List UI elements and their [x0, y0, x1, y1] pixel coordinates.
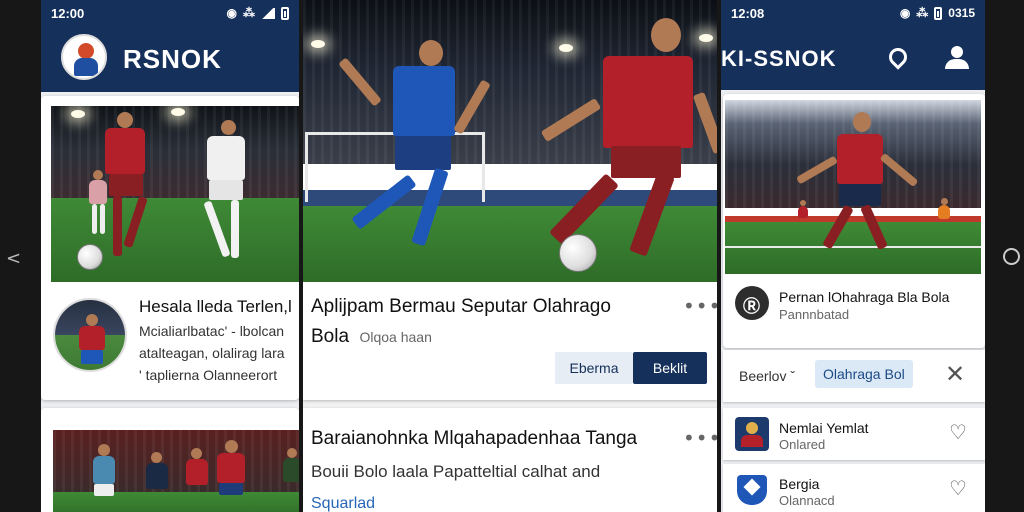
vibrate-icon: ⁂	[916, 6, 929, 20]
status-icons: ◉ ⁂	[227, 6, 289, 20]
card-title: Hesala lleda Terlen,l	[139, 297, 292, 316]
trophy-icon[interactable]: ♡	[949, 420, 967, 444]
news-card[interactable]: Baraianohnka Mlqahapadenhaa Tanga Bouii …	[303, 408, 717, 512]
news-card[interactable]: Hesala lleda Terlen,l Mcialiarlbatac' - …	[41, 96, 299, 400]
phone-screen-center: Aplijpam Bermau Seputar Olahrago Bola Ol…	[303, 0, 717, 512]
location-pin-icon[interactable]	[885, 44, 911, 70]
secondary-button[interactable]: Eberma	[555, 352, 633, 384]
vibrate-icon: ⁂	[243, 6, 255, 20]
player-red-figure	[795, 112, 919, 262]
avatar[interactable]	[53, 298, 127, 372]
player-background-figure	[87, 170, 109, 240]
club-badge-icon[interactable]: Ⓡ	[735, 286, 769, 320]
list-item-subtitle: Olannacd	[779, 493, 835, 508]
player-blue-figure	[338, 40, 491, 260]
match-photo[interactable]	[53, 430, 299, 512]
news-card[interactable]: Ⓡ Pernan lOhahraga Bla Bola Pannnbatad	[723, 94, 985, 348]
profile-icon[interactable]	[945, 46, 969, 70]
battery-value: 0315	[948, 6, 975, 20]
card-subtitle: Bola	[311, 326, 350, 347]
card-line-2: atalteagan, olalirag lara	[139, 345, 285, 361]
filter-bar: Beerlov ˇ Olahraga Bol ✕	[723, 350, 985, 402]
circle-icon[interactable]	[1003, 248, 1020, 265]
football	[559, 234, 597, 272]
status-time: 12:00	[51, 5, 85, 21]
match-photo[interactable]	[725, 100, 981, 274]
multi-screen-stage: < 12:00 ◉ ⁂ RSNOK Hesala lleda Terlen,l …	[0, 0, 1024, 512]
sort-dropdown[interactable]: Beerlov ˇ	[731, 362, 803, 390]
phone-screen-right: 12:08 ◉ ⁂ 0315 KI-SSNOK Ⓡ Pernan lOhahra…	[721, 0, 985, 512]
list-item[interactable]: Bergia Olannacd ♡	[723, 464, 985, 512]
wifi-icon: ◉	[899, 6, 911, 20]
match-hero-photo[interactable]	[303, 0, 717, 282]
status-icons: ◉ ⁂ 0315	[900, 6, 975, 20]
list-item[interactable]: Nemlai Yemlat Onlared ♡	[723, 408, 985, 460]
phone-screen-left: 12:00 ◉ ⁂ RSNOK Hesala lleda Terlen,l Mc…	[41, 0, 299, 512]
status-bar: 12:00 ◉ ⁂	[41, 0, 299, 26]
match-photo[interactable]	[51, 106, 299, 282]
card-line-1: Mcialiarlbatac' - lbolcan	[139, 323, 285, 339]
featured-news-card[interactable]: Aplijpam Bermau Seputar Olahrago Bola Ol…	[303, 0, 717, 400]
signal-icon	[261, 7, 275, 19]
card-subtitle-muted: Olqoa haan	[359, 329, 432, 345]
club-badge-icon	[735, 473, 769, 507]
battery-icon	[281, 6, 289, 20]
app-logo[interactable]	[61, 34, 107, 80]
app-title: KI-SSNOK	[721, 46, 837, 71]
list-item-subtitle: Onlared	[779, 437, 826, 452]
trophy-icon[interactable]: ♡	[949, 476, 967, 500]
football	[77, 244, 103, 270]
primary-button[interactable]: Beklit	[633, 352, 707, 384]
status-time: 12:08	[731, 5, 765, 21]
status-bar: 12:08 ◉ ⁂ 0315	[721, 0, 985, 26]
card-title: Baraianohnka Mlqahapadenhaa Tanga	[311, 428, 638, 449]
more-options-icon[interactable]: •••	[683, 294, 717, 318]
app-title: RSNOK	[123, 44, 222, 74]
wifi-icon: ◉	[226, 6, 237, 20]
news-card[interactable]	[41, 408, 299, 512]
app-header: 12:00 ◉ ⁂ RSNOK	[41, 0, 299, 92]
card-title: Aplijpam Bermau Seputar Olahrago	[311, 296, 611, 317]
card-description: Bouii Bolo laala Papatteltial calhat and	[311, 462, 601, 481]
chevron-left-icon[interactable]: <	[6, 248, 21, 269]
more-options-icon[interactable]: •••	[683, 426, 717, 450]
card-subtitle: Pannnbatad	[779, 307, 850, 322]
battery-icon	[934, 6, 943, 20]
team-photo-icon	[735, 417, 769, 451]
category-chip[interactable]: Olahraga Bol	[815, 360, 913, 388]
app-header: 12:08 ◉ ⁂ 0315 KI-SSNOK	[721, 0, 985, 90]
player-white-figure	[195, 120, 255, 270]
card-line-3: ' taplierna Olanneerort	[139, 367, 278, 383]
player-red-figure	[535, 18, 717, 268]
close-icon[interactable]: ✕	[945, 360, 965, 388]
card-link[interactable]: Squarlad	[311, 494, 375, 512]
card-subtitle-row: Bola Olqoa haan	[311, 326, 432, 348]
